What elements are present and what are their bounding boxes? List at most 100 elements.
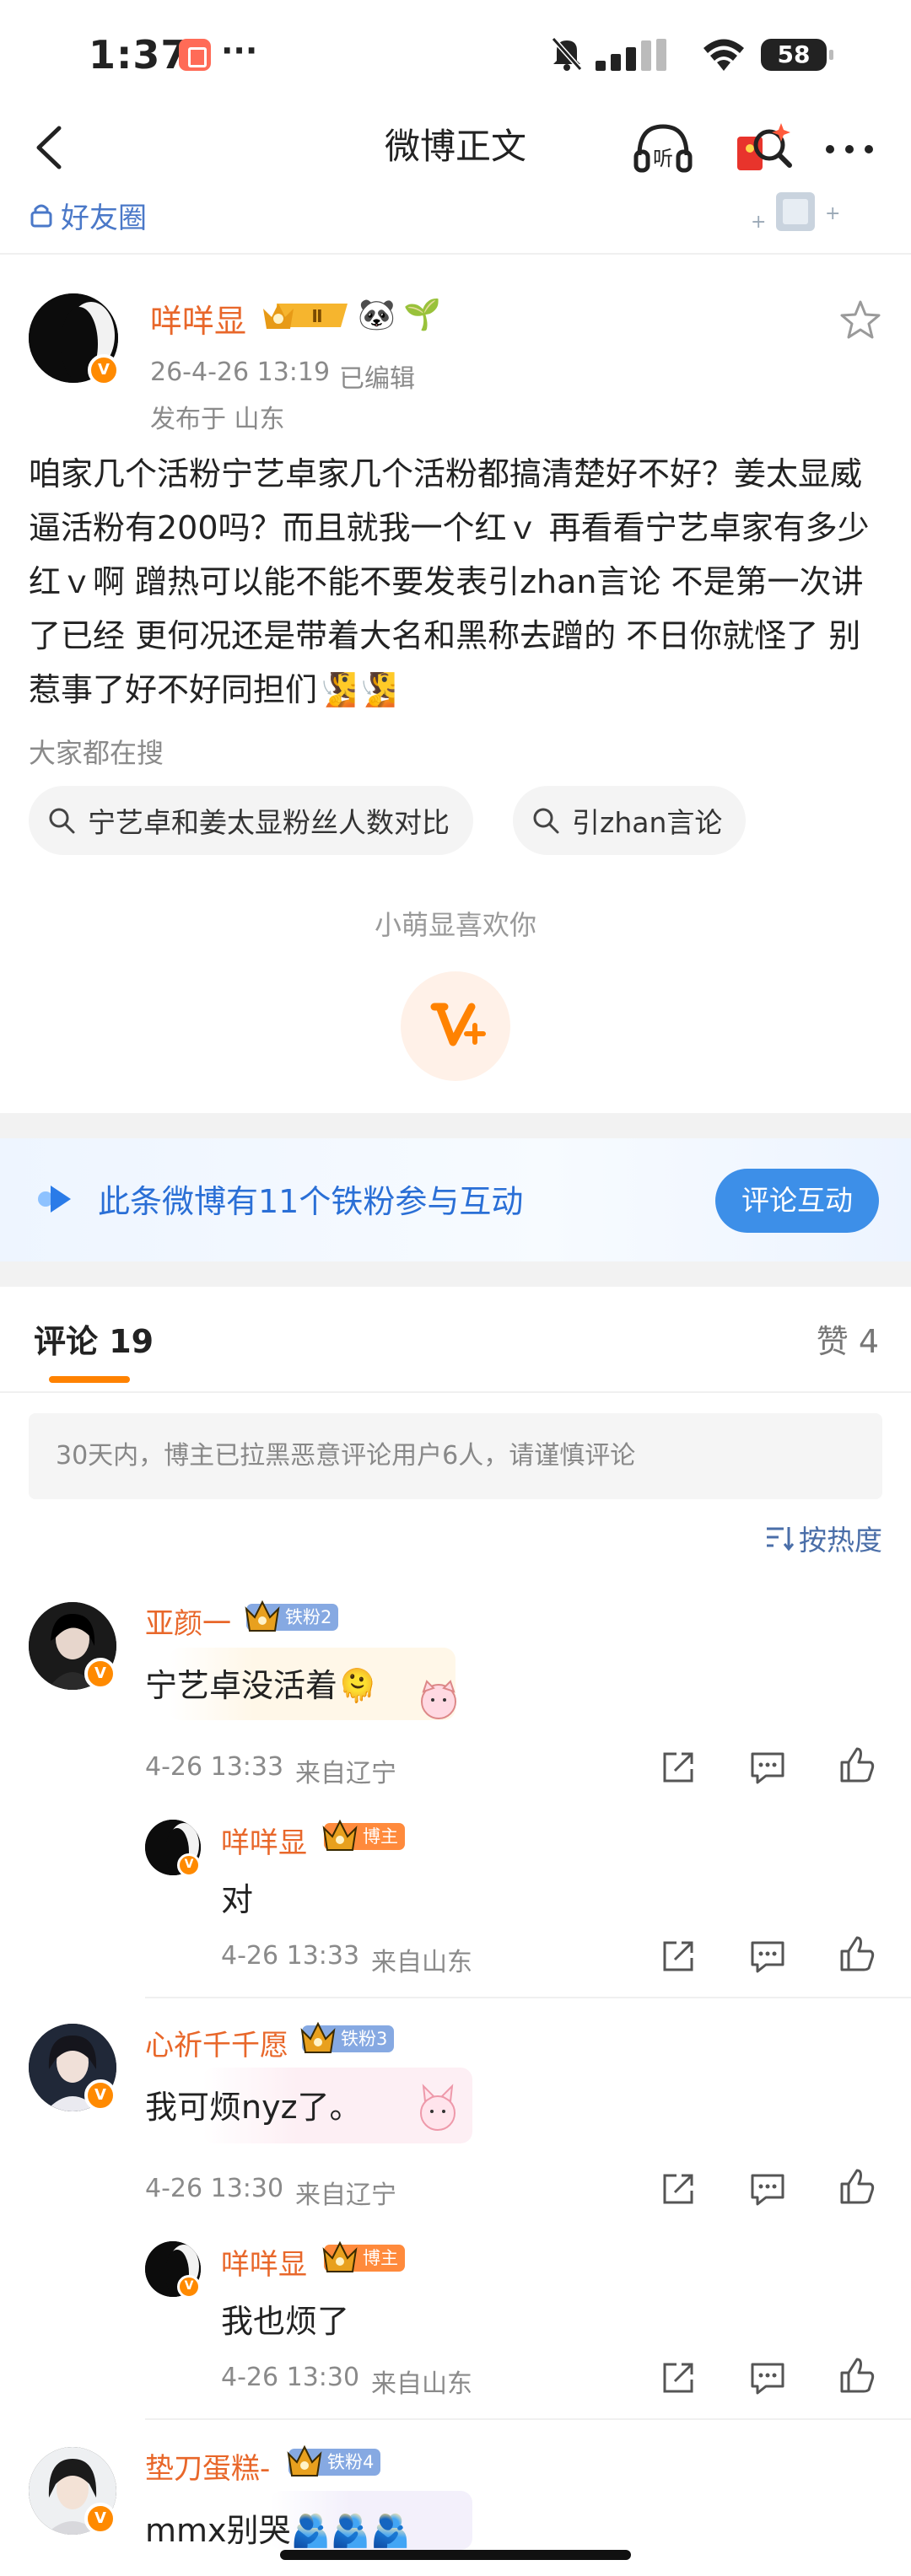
status-bar: 1:37 ··· 58 [0,0,911,101]
silent-bell-icon [551,37,583,71]
post-body: 咱家几个活粉宁艺卓家几个活粉都搞清楚好不好？姜太显威逼活粉有200吗？而且就我一… [29,455,870,708]
reply-comment-icon[interactable] [747,2169,788,2209]
comment-location: 来自辽宁 [295,2181,396,2210]
edited-label[interactable]: 已编辑 [339,358,415,395]
home-indicator [280,2550,631,2560]
commenter-name[interactable]: 垫刀蛋糕- [145,2445,270,2487]
verified-badge-icon: V [84,2079,116,2111]
fans-interaction-banner: 此条微博有11个铁粉参与互动 评论互动 [0,1138,911,1261]
sort-by-hot-button[interactable]: 按热度 [765,1518,882,1558]
share-icon[interactable] [658,1936,698,1976]
fan-level-badge: 铁粉4 [287,2444,381,2477]
verified-badge-icon: V [84,1658,116,1690]
sort-icon [767,1527,794,1551]
reply-comment-icon[interactable] [747,1936,788,1976]
thumb-up-icon[interactable] [837,2167,877,2208]
friends-circle-label: 好友圈 [61,201,147,235]
svg-text:Ⅱ: Ⅱ [311,306,322,326]
clock: 1:37 [89,32,189,78]
decoration-sticker: + + [751,192,840,233]
panda-emoji: 🐼 [358,298,396,332]
author-name[interactable]: 咩咩显 [150,295,246,341]
wifi-icon [703,39,744,71]
divider [145,2418,911,2420]
reply-comment-icon[interactable] [747,1747,788,1788]
search-chip[interactable]: 引zhan言论 [513,786,747,855]
active-tab-indicator [49,1376,130,1383]
reply-text: 对 [221,1881,254,1918]
listen-headphones-icon[interactable]: 听 [631,116,695,180]
post-location: 发布于 山东 [150,405,285,434]
tab-comments[interactable]: 评论 19 [34,1315,154,1362]
thumb-up-icon[interactable] [837,2356,877,2396]
post-time: 26-4-26 13:19 [150,358,331,387]
comment-location: 来自辽宁 [295,1759,396,1788]
verified-badge-icon: V [177,2275,201,2299]
divider [0,1391,911,1393]
more-options-icon[interactable] [820,128,879,170]
comment-text: 我可烦nyz了。 [145,2089,362,2126]
lock-icon [30,204,52,228]
commenter-name[interactable]: 亚颜一 [145,1600,231,1642]
battery-indicator: 58 [761,39,833,71]
crown-icon [300,2021,336,2053]
divider [145,1997,911,1998]
share-icon[interactable] [658,1747,698,1788]
signal-icon [596,39,666,71]
divider [0,253,911,255]
reply-comment-icon[interactable] [747,2358,788,2398]
reply-location: 来自山东 [371,2369,472,2399]
reply-text: 我也烦了 [221,2303,350,2340]
thumb-up-icon[interactable] [837,1745,877,1786]
svg-text:+: + [825,203,840,224]
svg-text:+: + [751,212,766,233]
svg-text:听: 听 [653,147,673,170]
verified-badge-icon: V [88,354,120,386]
section-gap [0,1261,911,1287]
fans-interaction-icon [38,1186,71,1213]
verified-badge-icon: V [84,2503,116,2535]
reply-time: 4-26 13:30 [221,2363,360,2392]
crown-icon [287,2444,322,2477]
fans-interaction-text: 此条微博有11个铁粉参与互动 [98,1183,524,1220]
search-chip[interactable]: 宁艺卓和姜太显粉丝人数对比 [29,786,473,855]
search-chip-label: 引zhan言论 [572,806,723,839]
comment-text: mmx别哭🫂🫂🫂 [145,2512,411,2549]
like-button[interactable] [401,971,510,1081]
comment-text: 宁艺卓没活着🫠 [145,1667,378,1704]
tab-likes[interactable]: 赞 4 [817,1315,879,1362]
sort-label: 按热度 [799,1524,882,1557]
app-notification-icon [179,39,211,71]
comment-interact-button[interactable]: 评论互动 [715,1169,879,1233]
red-packet-search-icon[interactable] [732,116,796,180]
fan-level-badge: 铁粉3 [300,2021,395,2053]
search-chip-label: 宁艺卓和姜太显粉丝人数对比 [88,806,450,839]
comment-time: 4-26 13:30 [145,2174,284,2203]
reply-author-name[interactable]: 咩咩显 [221,2241,307,2283]
vip-crown-icon[interactable]: Ⅱ [260,297,353,334]
top-nav: 微博正文 听 [0,101,911,194]
crown-icon [322,2240,358,2272]
sprout-emoji: 🌱 [403,298,441,332]
section-gap [0,1113,911,1138]
reply-location: 来自山东 [371,1948,472,1977]
reply-author-name[interactable]: 咩咩显 [221,1820,307,1861]
reply-time: 4-26 13:33 [221,1941,360,1971]
moderation-notice: 30天内，博主已拉黑恶意评论用户6人，请谨慎评论 [29,1413,882,1499]
thumb-up-icon[interactable] [837,1934,877,1975]
fan-level-badge: 铁粉2 [245,1600,339,1632]
weibo-post-page: 1:37 ··· 58 微博正文 听 好友圈 + + V 咩咩显 Ⅱ 🐼 🌱 2… [0,0,911,2576]
search-icon [533,808,559,834]
crown-icon [245,1600,280,1632]
verified-badge-icon: V [177,1853,201,1877]
more-notifications: ··· [221,32,258,69]
share-icon[interactable] [658,2169,698,2209]
owner-badge: 博主 [322,2240,405,2272]
bunny-sticker [420,2084,456,2131]
search-icon [49,808,75,834]
commenter-name[interactable]: 心祈千千愿 [145,2022,288,2063]
cat-sticker [421,1680,456,1719]
favorite-star-icon[interactable] [837,297,884,344]
share-icon[interactable] [658,2358,698,2398]
friends-circle-link[interactable]: 好友圈 [27,194,147,236]
